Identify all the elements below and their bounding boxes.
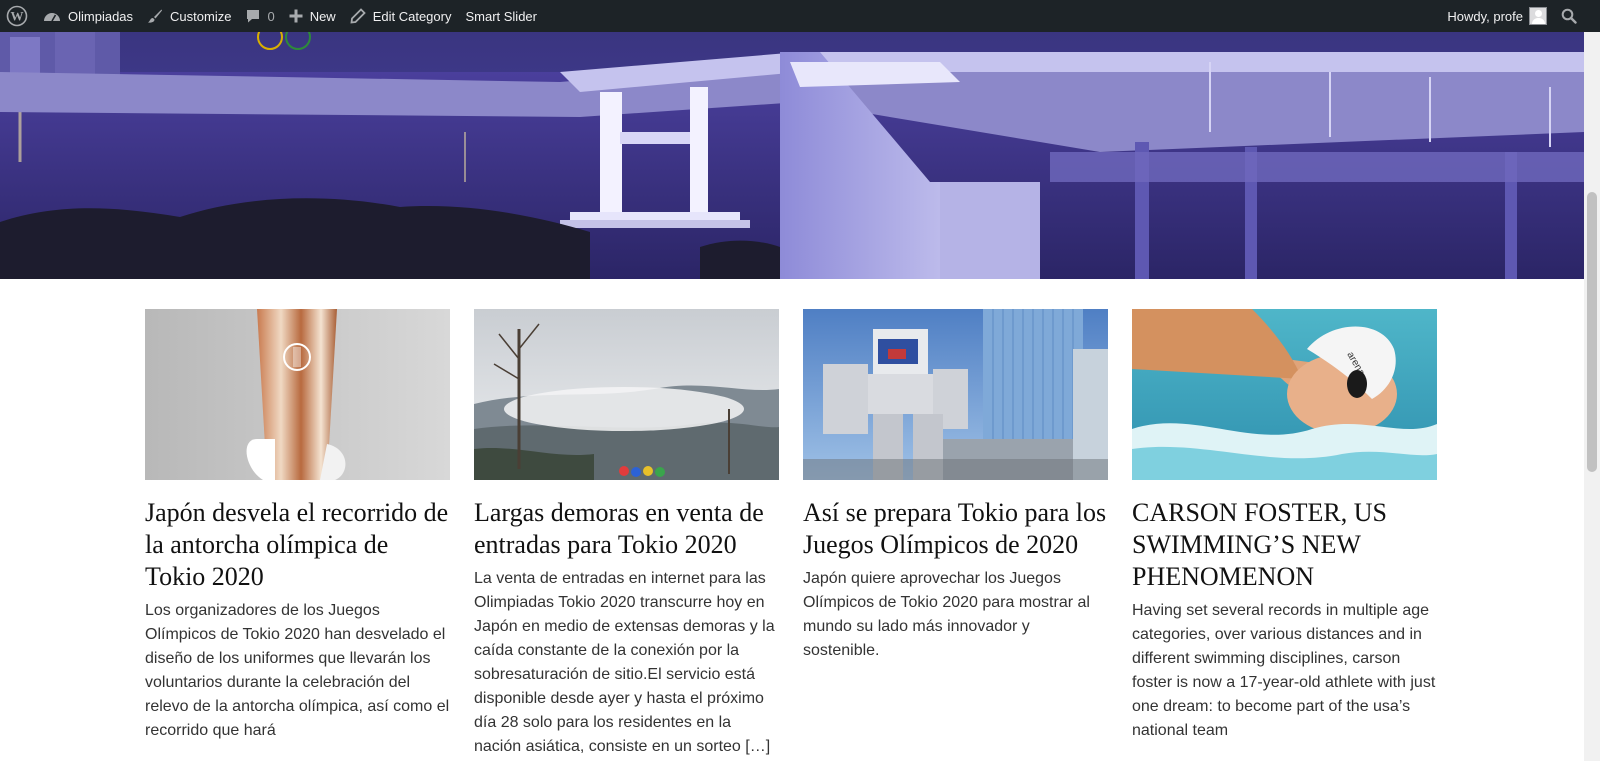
admin-bar-left: W Olimpiadas Customize 0 New Edit Catego… (0, 0, 544, 32)
misty-mountain-photo[interactable] (474, 309, 779, 480)
post-excerpt: La venta de entradas en internet para la… (474, 570, 775, 755)
edit-category-label: Edit Category (372, 8, 452, 24)
post-card: Largas demoras en venta de entradas para… (474, 309, 779, 759)
plus-icon (289, 9, 303, 23)
edit-category-link[interactable]: Edit Category (343, 0, 459, 32)
tokyo-bridge-night-photo (0, 32, 1584, 279)
comments-link[interactable]: 0 (238, 0, 281, 32)
customize-link[interactable]: Customize (140, 0, 238, 32)
comments-count: 0 (267, 8, 275, 24)
post-card: Japón desvela el recorrido de la antorch… (145, 309, 450, 759)
admin-bar-right: Howdy, profe (1440, 0, 1600, 32)
site-name-menu[interactable]: Olimpiadas (36, 0, 140, 32)
post-excerpt: Los organizadores de los Juegos Olímpico… (145, 602, 450, 739)
admin-bar: W Olimpiadas Customize 0 New Edit Catego… (0, 0, 1600, 32)
post-excerpt: Japón quiere aprovechar los Juegos Olímp… (803, 570, 1090, 659)
post-excerpt: Having set several records in multiple a… (1132, 602, 1436, 739)
wordpress-logo-button[interactable]: W (0, 0, 36, 32)
howdy-label: Howdy, profe (1447, 8, 1523, 24)
paintbrush-icon (148, 9, 163, 23)
posts-grid: Japón desvela el recorrido de la antorch… (145, 309, 1440, 759)
avatar (1529, 7, 1547, 25)
svg-text:W: W (11, 9, 24, 24)
header-image (0, 32, 1584, 279)
gundam-statue-photo[interactable] (803, 309, 1108, 480)
post-title[interactable]: Así se prepara Tokio para los Juegos Olí… (803, 497, 1108, 561)
dashboard-icon (44, 13, 60, 22)
my-account-menu[interactable]: Howdy, profe (1440, 0, 1554, 32)
scrollbar-thumb[interactable] (1587, 192, 1597, 472)
search-icon (1561, 8, 1577, 24)
post-card: arena CARSON FOSTER, US SWIMMING’S NEW P… (1132, 309, 1437, 759)
post-title[interactable]: Largas demoras en venta de entradas para… (474, 497, 779, 561)
olympic-torch-photo[interactable] (145, 309, 450, 480)
wordpress-icon: W (6, 5, 28, 27)
site-name-label: Olimpiadas (68, 8, 134, 24)
post-title[interactable]: CARSON FOSTER, US SWIMMING’S NEW PHENOME… (1132, 497, 1437, 593)
new-label: New (309, 8, 336, 24)
comment-bubble-icon (247, 10, 260, 23)
new-content-menu[interactable]: New (282, 0, 343, 32)
post-title[interactable]: Japón desvela el recorrido de la antorch… (145, 497, 450, 593)
search-button[interactable] (1554, 0, 1584, 32)
smart-slider-link[interactable]: Smart Slider (458, 0, 544, 32)
swimmer-photo[interactable]: arena (1132, 309, 1437, 480)
smart-slider-label: Smart Slider (465, 8, 537, 24)
page-scrollbar[interactable] (1584, 32, 1600, 761)
pencil-icon (350, 8, 366, 24)
customize-label: Customize (170, 8, 232, 24)
post-card: Así se prepara Tokio para los Juegos Olí… (803, 309, 1108, 759)
